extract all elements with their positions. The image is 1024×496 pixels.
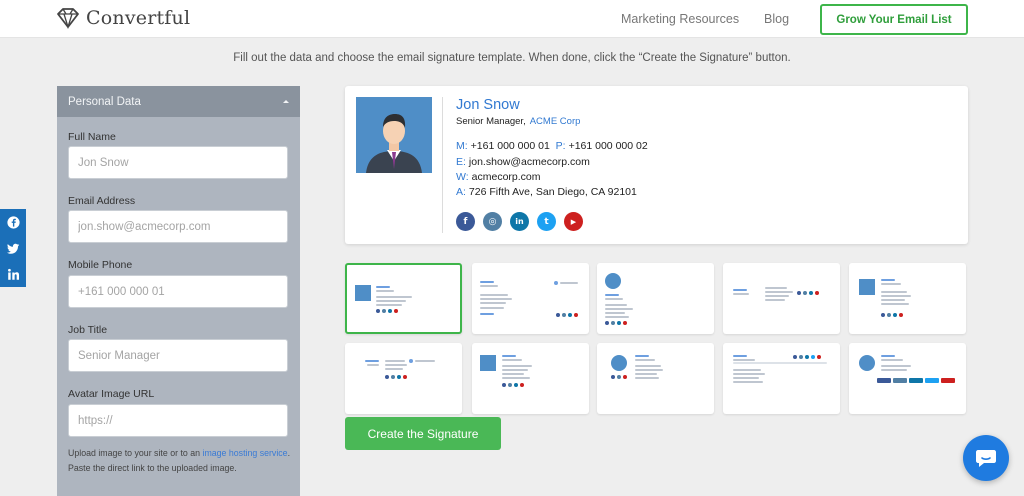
address-key: A:	[456, 186, 466, 198]
template-thumb-10[interactable]	[849, 343, 966, 414]
phone-key: P:	[555, 140, 566, 152]
signature-preview: Jon Snow Senior Manager, ACME Corp M: +161…	[345, 86, 968, 244]
signature-address-line: A: 726 Fifth Ave, San Diego, CA 92101	[456, 186, 637, 198]
template-thumb-9[interactable]	[723, 343, 840, 414]
template-thumb-8[interactable]	[597, 343, 714, 414]
facebook-icon	[6, 215, 20, 229]
job-title-input[interactable]	[68, 339, 288, 372]
personal-data-header[interactable]: Personal Data	[57, 86, 300, 117]
helper-text-pre: Upload image to your site or to an	[68, 448, 203, 458]
grow-email-list-button[interactable]: Grow Your Email List	[820, 4, 968, 35]
template-thumb-5[interactable]	[849, 263, 966, 334]
signature-email-line: E: jon.show@acmecorp.com	[456, 156, 590, 168]
share-facebook-button[interactable]	[0, 209, 26, 235]
nav-blog[interactable]: Blog	[764, 12, 789, 26]
template-thumb-3[interactable]	[597, 263, 714, 334]
template-thumb-6[interactable]	[345, 343, 462, 414]
email-label: Email Address	[68, 195, 136, 207]
signature-address: 726 Fifth Ave, San Diego, CA 92101	[468, 186, 637, 198]
signature-socials: f ◎ in t ▶	[456, 212, 583, 231]
mobile-phone-label: Mobile Phone	[68, 259, 133, 271]
template-thumb-4[interactable]	[723, 263, 840, 334]
create-signature-button[interactable]: Create the Signature	[345, 417, 501, 450]
chat-widget-button[interactable]	[963, 435, 1009, 481]
linkedin-icon	[7, 268, 19, 280]
brand-logo[interactable]: Convertful	[56, 7, 190, 29]
template-thumb-2[interactable]	[472, 263, 589, 334]
signature-name: Jon Snow	[456, 97, 520, 113]
signature-mobile: +161 000 000 01	[470, 140, 550, 152]
full-name-input[interactable]	[68, 146, 288, 179]
diamond-logo-icon	[57, 8, 79, 29]
avatar-url-label: Avatar Image URL	[68, 388, 155, 400]
panel-title: Personal Data	[68, 95, 141, 108]
mobile-key: M:	[456, 140, 468, 152]
brand-name: Convertful	[86, 7, 191, 29]
preview-divider	[442, 97, 443, 233]
youtube-icon: ▶	[564, 212, 583, 231]
email-key: E:	[456, 156, 466, 168]
signature-web: acmecorp.com	[471, 171, 541, 183]
avatar-helper-text: Upload image to your site or to an image…	[68, 446, 290, 476]
mobile-phone-input[interactable]	[68, 275, 288, 308]
job-title-label: Job Title	[68, 324, 108, 336]
signature-company: ACME Corp	[529, 116, 581, 127]
signature-phone: +161 000 000 02	[568, 140, 648, 152]
share-twitter-button[interactable]	[0, 235, 26, 261]
template-thumb-1[interactable]	[345, 263, 462, 334]
image-hosting-link[interactable]: image hosting service	[202, 448, 287, 458]
share-linkedin-button[interactable]	[0, 261, 26, 287]
top-header: Convertful Marketing Resources Blog Grow…	[0, 0, 1024, 38]
twitter-icon	[6, 243, 19, 254]
personal-data-panel: Personal Data Full Name Email Address Mo…	[57, 86, 300, 496]
signature-title: Senior Manager, ACME Corp	[456, 116, 580, 127]
web-key: W:	[456, 171, 469, 183]
nav-marketing-resources[interactable]: Marketing Resources	[621, 12, 739, 26]
chat-bubble-icon	[976, 450, 996, 467]
signature-phones: M: +161 000 000 01 P: +161 000 000 02	[456, 140, 648, 152]
linkedin-icon: in	[510, 212, 529, 231]
signature-job-title: Senior Manager,	[456, 116, 526, 127]
template-thumb-7[interactable]	[472, 343, 589, 414]
avatar-url-input[interactable]	[68, 404, 288, 437]
signature-email: jon.show@acmecorp.com	[468, 156, 590, 168]
instructions-text: Fill out the data and choose the email s…	[233, 52, 791, 64]
full-name-label: Full Name	[68, 131, 116, 143]
email-input[interactable]	[68, 210, 288, 243]
avatar	[356, 97, 432, 173]
collapse-caret-icon[interactable]	[283, 100, 289, 103]
signature-web-line: W: acmecorp.com	[456, 171, 541, 183]
facebook-icon: f	[456, 212, 475, 231]
instagram-icon: ◎	[483, 212, 502, 231]
twitter-icon: t	[537, 212, 556, 231]
